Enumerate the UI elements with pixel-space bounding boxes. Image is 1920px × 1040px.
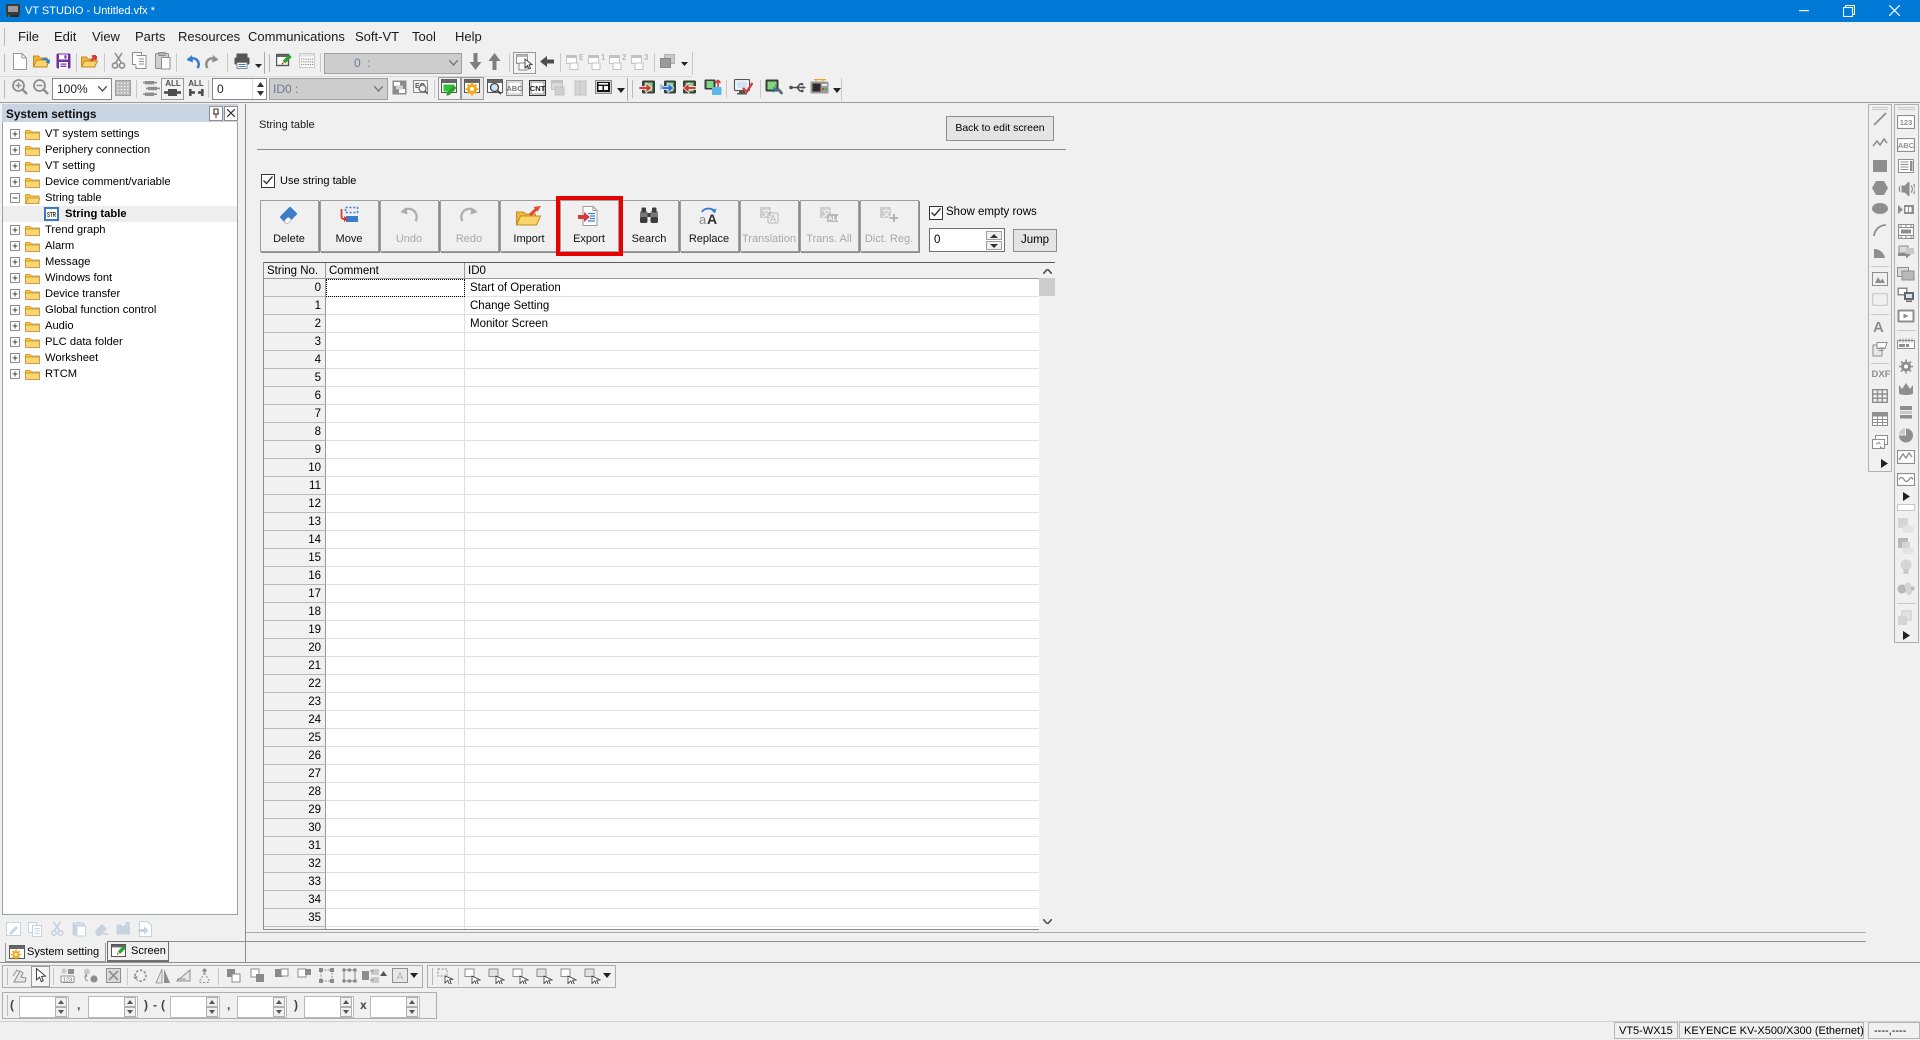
svg-text:ALL: ALL — [828, 216, 839, 223]
svg-text:123: 123 — [63, 978, 72, 984]
svg-text:A: A — [770, 214, 776, 224]
svg-text:B: B — [579, 53, 583, 62]
svg-text:ABC: ABC — [1898, 141, 1915, 150]
svg-text:A: A — [397, 972, 404, 983]
svg-text:A: A — [707, 211, 717, 226]
svg-text:3: 3 — [644, 53, 648, 62]
svg-text:ABC: ABC — [506, 84, 523, 93]
svg-text:CNT: CNT — [530, 84, 546, 93]
svg-text:2: 2 — [622, 53, 626, 62]
svg-text:a: a — [699, 212, 707, 226]
svg-text:文: 文 — [882, 208, 891, 219]
svg-text:STR: STR — [47, 210, 56, 219]
svg-text:1: 1 — [601, 53, 605, 62]
svg-text:123: 123 — [1900, 118, 1913, 127]
